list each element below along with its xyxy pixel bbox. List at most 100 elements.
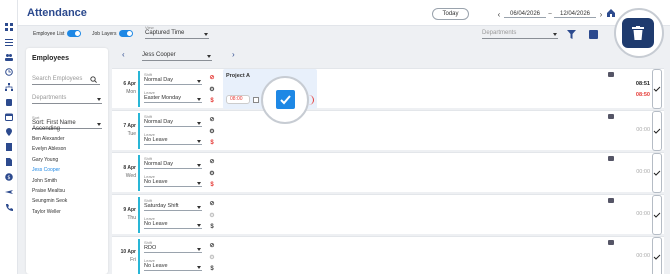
approve-checkbox[interactable] xyxy=(652,153,662,193)
chevron-down-icon xyxy=(197,182,201,185)
day-date: 7 Apr xyxy=(123,123,136,129)
employee-list-toggle[interactable] xyxy=(67,30,82,37)
dollar-icon[interactable]: $ xyxy=(208,223,216,231)
employee-search-placeholder: Search Employees xyxy=(32,76,83,82)
leave-select[interactable]: No Leave xyxy=(144,263,202,271)
chevron-down-icon xyxy=(207,55,211,58)
settings-icon[interactable]: ⚙ xyxy=(208,85,216,93)
row-actions: ⊘ ⚙ $ xyxy=(208,113,216,149)
day-row: 6 Apr Mon Shift Normal Day Leave Easter … xyxy=(112,68,664,109)
leave-select[interactable]: Easter Monday xyxy=(144,95,202,103)
phone-icon[interactable] xyxy=(4,202,14,212)
date-from[interactable]: 06/04/2026 xyxy=(504,11,546,18)
org-chart-icon[interactable] xyxy=(4,82,14,92)
shift-select[interactable]: RDO xyxy=(144,245,202,253)
no-clock-icon[interactable]: ⊘ xyxy=(208,115,216,123)
dollar-icon[interactable]: $ xyxy=(208,181,216,189)
prev-week-icon[interactable]: ‹ xyxy=(494,10,504,19)
row-actions: ⊘ ⚙ $ xyxy=(208,155,216,191)
approve-checkbox[interactable] xyxy=(652,69,662,109)
settings-icon[interactable]: ⚙ xyxy=(208,127,216,135)
day-date: 10 Apr xyxy=(120,249,136,255)
employee-departments-select[interactable]: Departments xyxy=(32,95,102,104)
shift-select[interactable]: Normal Day xyxy=(144,77,202,85)
leave-select[interactable]: No Leave xyxy=(144,221,202,229)
approve-checkbox[interactable] xyxy=(652,111,662,151)
job-layers-label: Job Layers xyxy=(92,30,117,37)
next-employee-icon[interactable]: › xyxy=(232,50,235,59)
check-icon xyxy=(653,170,661,176)
job-layers-toggle[interactable] xyxy=(119,30,134,37)
filter-icon[interactable] xyxy=(567,30,576,39)
search-icon[interactable] xyxy=(90,76,97,83)
highlighted-checkbox[interactable] xyxy=(276,90,295,109)
project-time[interactable]: 08:00 xyxy=(226,95,250,104)
no-clock-icon[interactable]: ⊘ xyxy=(208,199,216,207)
employee-item-selected[interactable]: Jess Cooper xyxy=(32,165,104,175)
shift-select[interactable]: Saturday Shift xyxy=(144,203,202,211)
dashboard-icon[interactable] xyxy=(4,22,14,32)
sort-select[interactable]: Sort Sort: First Name Ascending xyxy=(32,115,102,132)
approve-checkbox[interactable] xyxy=(652,237,662,274)
clipboard-icon[interactable] xyxy=(4,97,14,107)
employee-item[interactable]: Praise Mealtsu xyxy=(32,186,104,196)
comment-icon[interactable] xyxy=(608,114,614,119)
employee-item[interactable]: Gary Young xyxy=(32,155,104,165)
export-icon[interactable] xyxy=(589,30,598,39)
employee-selector-row: ‹ Jess Cooper › xyxy=(112,48,664,64)
view-select[interactable]: View Captured Time xyxy=(145,25,209,39)
employee-item[interactable]: Taylor Weller xyxy=(32,207,104,217)
dollar-icon[interactable]: $ xyxy=(4,172,14,182)
building-icon[interactable] xyxy=(4,142,14,152)
shift-select[interactable]: Normal Day xyxy=(144,119,202,127)
no-clock-icon[interactable]: ⊘ xyxy=(208,73,216,81)
no-clock-icon[interactable]: ⊘ xyxy=(208,241,216,249)
settings-icon[interactable]: ⚙ xyxy=(208,253,216,261)
top-bar: Attendance Today ‹ 06/04/2026 – 12/04/20… xyxy=(18,0,670,26)
employee-item[interactable]: Evelyn Ableson xyxy=(32,144,104,154)
employee-item[interactable]: Ben Alexander xyxy=(32,134,104,144)
chevron-down-icon xyxy=(197,122,201,125)
approve-checkbox[interactable] xyxy=(652,195,662,235)
employee-select[interactable]: Jess Cooper xyxy=(142,52,212,61)
departments-select[interactable]: Departments xyxy=(482,30,558,39)
leave-select[interactable]: No Leave xyxy=(144,137,202,145)
dollar-icon[interactable]: $ xyxy=(208,139,216,147)
today-button[interactable]: Today xyxy=(432,8,469,20)
row-actions: ⊘ ⚙ $ xyxy=(208,239,216,274)
calendar-icon[interactable] xyxy=(4,112,14,122)
dollar-icon[interactable]: $ xyxy=(208,97,216,105)
next-week-icon[interactable]: › xyxy=(596,10,606,19)
leave-select[interactable]: No Leave xyxy=(144,179,202,187)
settings-icon[interactable]: ⚙ xyxy=(208,211,216,219)
check-icon xyxy=(653,86,661,92)
date-separator: – xyxy=(548,11,552,17)
settings-icon[interactable]: ⚙ xyxy=(208,169,216,177)
clock-icon[interactable] xyxy=(4,67,14,77)
employee-item[interactable]: Seungmin Seok xyxy=(32,196,104,206)
day-row: 10 Apr Fri Shift RDO Leave No Leave ⊘ ⚙ … xyxy=(112,236,664,274)
date-to[interactable]: 12/04/2026 xyxy=(554,11,596,18)
check-icon xyxy=(653,254,661,260)
comment-icon[interactable] xyxy=(608,72,614,77)
shift-value: Normal Day xyxy=(144,161,174,167)
dollar-icon[interactable]: $ xyxy=(208,265,216,273)
comment-icon[interactable] xyxy=(608,156,614,161)
prev-employee-icon[interactable]: ‹ xyxy=(122,50,125,59)
shift-select[interactable]: Normal Day xyxy=(144,161,202,169)
employee-item[interactable]: John Smith xyxy=(32,176,104,186)
list-icon[interactable] xyxy=(4,37,14,47)
comment-icon[interactable] xyxy=(608,240,614,245)
row-actions: ⊘ ⚙ $ xyxy=(208,197,216,233)
total-time: 00:00 xyxy=(636,169,650,175)
project-checkbox[interactable] xyxy=(253,97,259,103)
home-icon[interactable] xyxy=(606,8,616,18)
document-icon[interactable] xyxy=(4,157,14,167)
chevron-down-icon xyxy=(197,266,201,269)
people-icon[interactable] xyxy=(4,52,14,62)
comment-icon[interactable] xyxy=(608,198,614,203)
delete-button[interactable] xyxy=(622,18,654,48)
location-pin-icon[interactable] xyxy=(4,127,14,137)
no-clock-icon[interactable]: ⊘ xyxy=(208,157,216,165)
plane-icon[interactable] xyxy=(4,187,14,197)
